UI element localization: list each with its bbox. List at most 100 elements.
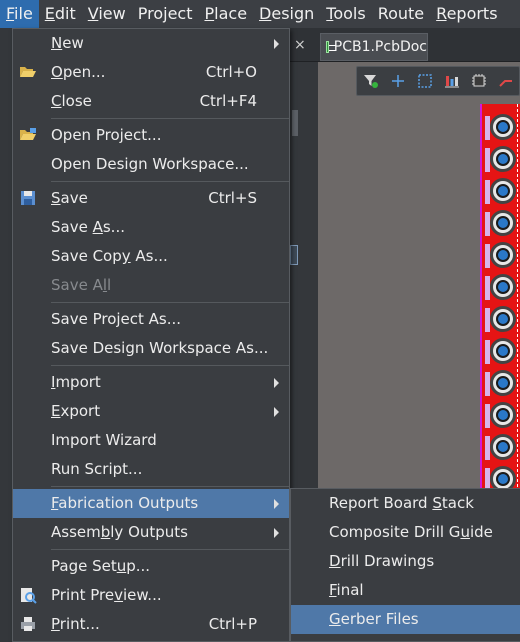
menu-file[interactable]: File [0,0,39,28]
pcb-pad[interactable] [490,402,516,428]
menu-item-label: Run Script... [51,460,143,478]
folder-open-icon [19,63,37,81]
menu-view[interactable]: View [82,0,132,28]
menu-separator [51,181,289,182]
pcb-trace [485,180,490,204]
submenu-item-drill-drawings[interactable]: Drill Drawings [291,547,520,576]
select-rectangle-icon[interactable] [411,67,438,95]
document-tab-title: PCB1.PcbDoc [333,39,427,55]
file-menu-item-save-as[interactable]: Save As... [13,213,289,242]
fabrication-outputs-submenu: Report Board Stack Composite Drill Guide D… [290,488,520,642]
submenu-arrow-icon [274,407,279,417]
file-menu-item-export[interactable]: Export [13,397,289,426]
pcb-pad[interactable] [490,146,516,172]
menu-separator [51,118,289,119]
file-menu-item-close[interactable]: Close Ctrl+F4 [13,87,289,116]
file-menu-item-assembly-outputs[interactable]: Assembly Outputs [13,518,289,547]
submenu-arrow-icon [274,499,279,509]
place-component-icon[interactable] [465,67,492,95]
menu-item-label: Drill Drawings [329,552,435,570]
file-menu-item-print-preview[interactable]: Print Preview... [13,581,289,610]
pcb-trace [485,116,490,140]
file-menu-item-run-script[interactable]: Run Script... [13,455,289,484]
menu-tools[interactable]: Tools [320,0,371,28]
submenu-arrow-icon [274,528,279,538]
menu-item-label: Save Project As... [51,310,182,328]
menu-item-label: Report Board Stack [329,494,474,512]
file-menu-item-open-design-workspace[interactable]: Open Design Workspace... [13,150,289,179]
menu-separator [51,549,289,550]
pcb-pad[interactable] [490,242,516,268]
menu-item-label: Open... [51,63,106,81]
close-tab-icon[interactable]: × [294,34,310,56]
file-menu-item-page-setup[interactable]: Page Setup... [13,552,289,581]
menu-route[interactable]: Route [372,0,430,28]
pcb-pad[interactable] [490,434,516,460]
menu-item-label: Import [51,373,101,391]
menu-item-label: Print... [51,615,100,633]
pcb-trace [485,148,490,172]
folder-project-icon [19,126,37,144]
menu-item-label: Open Project... [51,126,162,144]
pcb-trace [485,212,490,236]
pcb-trace [485,276,490,300]
menu-item-label: Save All [51,276,112,294]
pcb-trace [485,308,490,332]
pcb-pad[interactable] [490,306,516,332]
filter-icon[interactable] [357,67,384,95]
document-tab-pcb1[interactable]: PCB1.PcbDoc [320,33,428,61]
submenu-item-report-board-stack[interactable]: Report Board Stack [291,489,520,518]
menu-item-label: Final [329,581,364,599]
file-menu-item-new[interactable]: New [13,29,289,58]
menu-item-shortcut: Ctrl+O [205,63,257,81]
pcb-pad[interactable] [490,338,516,364]
route-icon[interactable] [492,67,519,95]
panel-scrollbar[interactable] [292,110,298,136]
file-menu-item-save-project-as[interactable]: Save Project As... [13,305,289,334]
menu-place[interactable]: Place [198,0,253,28]
file-menu-item-import[interactable]: Import [13,368,289,397]
submenu-item-gerber-files[interactable]: Gerber Files [291,605,520,634]
file-menu-item-save-copy-as[interactable]: Save Copy As... [13,242,289,271]
pcb-pad[interactable] [490,274,516,300]
pcb-pad[interactable] [490,114,516,140]
menu-item-label: New [51,34,84,52]
pcb-pad[interactable] [490,178,516,204]
file-menu-item-save-all: Save All [13,271,289,300]
pcb-trace [485,244,490,268]
file-menu-item-print[interactable]: Print... Ctrl+P [13,610,289,639]
file-menu-item-open-project[interactable]: Open Project... [13,121,289,150]
menu-item-shortcut: Ctrl+S [208,189,257,207]
menu-reports[interactable]: Reports [430,0,503,28]
pcb-trace [485,372,490,396]
menu-bar: File Edit View Project Place Design Tool… [0,0,520,28]
menu-design[interactable]: Design [253,0,320,28]
menu-item-label: Fabrication Outputs [51,494,199,512]
menu-item-label: Composite Drill Guide [329,523,493,541]
pcb-pad[interactable] [490,370,516,396]
file-menu-item-save[interactable]: Save Ctrl+S [13,184,289,213]
file-menu-item-import-wizard[interactable]: Import Wizard [13,426,289,455]
crosshair-icon[interactable] [384,67,411,95]
file-menu-item-fabrication-outputs[interactable]: Fabrication Outputs [13,489,289,518]
menu-item-label: Import Wizard [51,431,157,449]
menu-item-label: Close [51,92,92,110]
save-icon [19,189,37,207]
menu-item-label: Assembly Outputs [51,523,188,541]
menu-separator [51,365,289,366]
pcb-trace [485,436,490,460]
file-menu-item-save-design-workspace-as[interactable]: Save Design Workspace As... [13,334,289,363]
align-icon[interactable] [438,67,465,95]
printer-icon [19,615,37,633]
file-menu-item-open[interactable]: Open... Ctrl+O [13,58,289,87]
menu-item-label: Page Setup... [51,557,151,575]
menu-item-shortcut: Ctrl+F4 [199,92,257,110]
menu-edit[interactable]: Edit [39,0,82,28]
menu-project[interactable]: Project [132,0,199,28]
pcb-trace [485,404,490,428]
submenu-item-composite-drill-guide[interactable]: Composite Drill Guide [291,518,520,547]
submenu-item-final[interactable]: Final [291,576,520,605]
pcb-pad[interactable] [490,210,516,236]
menu-item-label: Save [51,189,88,207]
menu-separator [51,486,289,487]
